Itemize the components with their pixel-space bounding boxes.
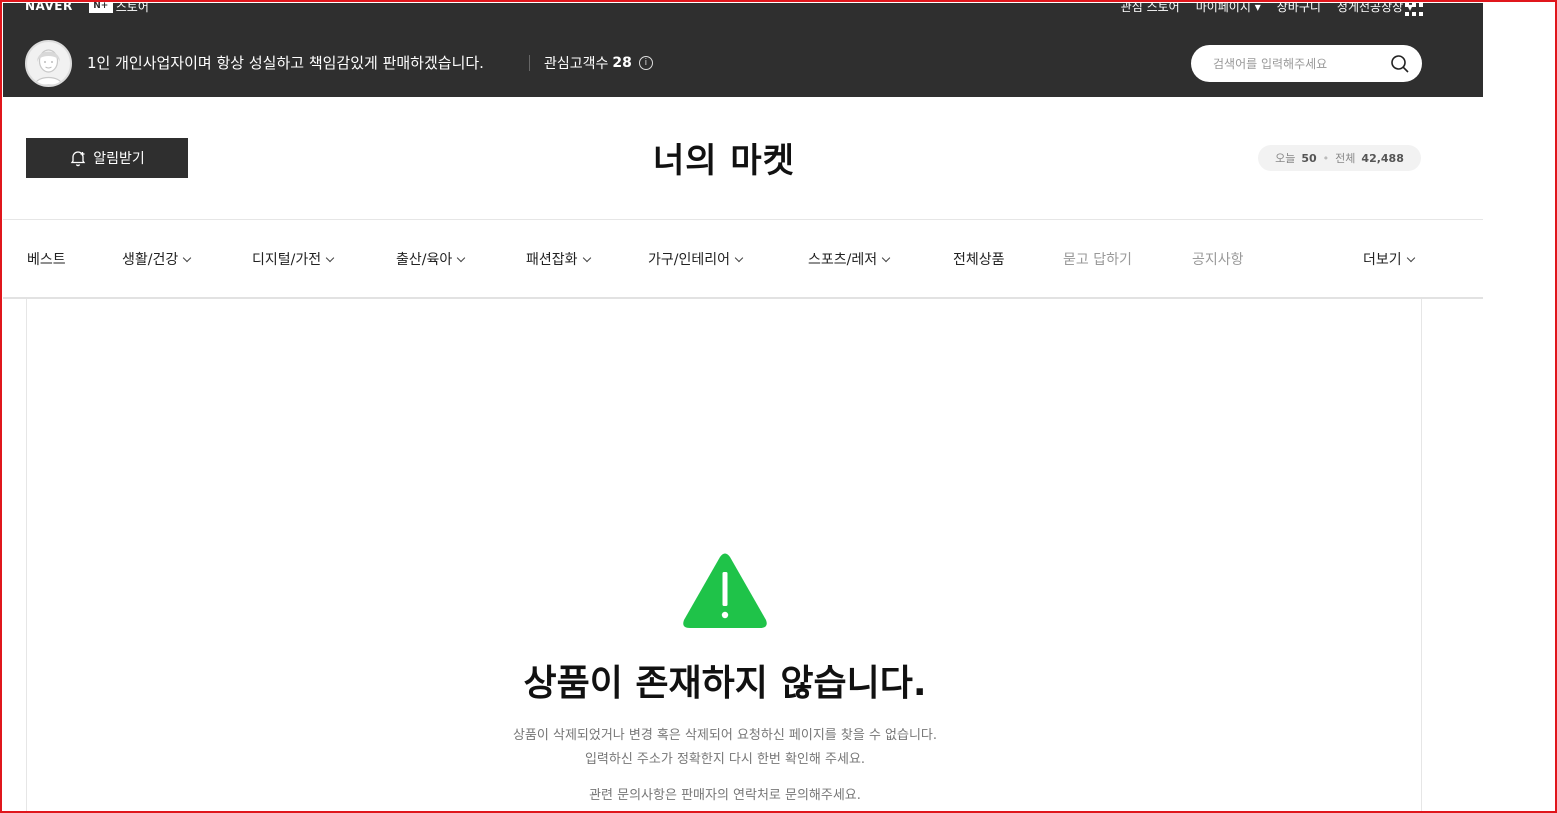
global-nav-left: NAVER N+ 스토어	[25, 0, 149, 15]
error-title: 상품이 존재하지 않습니다.	[523, 663, 927, 704]
gnb-link-mypage[interactable]: 마이페이지 ▾	[1196, 0, 1261, 15]
category-all-products[interactable]: 전체상품	[953, 249, 1005, 269]
seller-avatar[interactable]	[25, 40, 72, 87]
error-description-line1: 상품이 삭제되었거나 변경 혹은 삭제되어 요청하신 페이지를 찾을 수 없습니…	[512, 728, 938, 743]
chevron-down-icon	[734, 253, 744, 262]
category-best[interactable]: 베스트	[27, 249, 66, 269]
visit-today-label: 오늘	[1275, 152, 1296, 165]
avatar-face-icon	[34, 49, 63, 85]
chevron-down-icon	[325, 253, 335, 262]
chevron-down-icon	[582, 253, 591, 262]
warning-triangle-icon	[683, 553, 767, 628]
category-furniture-interior[interactable]: 가구/인테리어	[648, 249, 744, 269]
category-fashion-goods[interactable]: 패션잡화	[526, 249, 591, 269]
category-label: 묻고 답하기	[1063, 252, 1132, 268]
category-qna[interactable]: 묻고 답하기	[1063, 249, 1132, 269]
category-label: 더보기	[1363, 252, 1402, 268]
category-label: 스포츠/레저	[808, 252, 878, 268]
visitor-count-badge: 오늘 50 • 전체 42,488	[1258, 145, 1421, 171]
category-label: 디지털/가전	[252, 252, 322, 268]
fans-count: 관심고객수 28 i	[544, 53, 653, 73]
naver-store-logo[interactable]: N+ 스토어	[88, 0, 149, 15]
gnb-link-user-label: 정게전공장장	[1336, 0, 1404, 14]
category-sports-leisure[interactable]: 스포츠/레저	[808, 249, 891, 269]
error-content-panel: 상품이 존재하지 않습니다. 상품이 삭제되었거나 변경 혹은 삭제되어 요청하…	[26, 299, 1422, 813]
fans-number: 28	[612, 55, 632, 71]
info-icon[interactable]: i	[638, 56, 653, 70]
category-more[interactable]: 더보기	[1363, 249, 1415, 269]
category-label: 출산/육아	[396, 252, 453, 268]
category-label: 패션잡화	[526, 252, 578, 268]
category-nav: 베스트 생활/건강 디지털/가전 출산/육아 패션잡화 가구/인테리어 스포츠/…	[3, 220, 1483, 298]
category-label: 가구/인테리어	[648, 252, 730, 268]
chevron-down-icon	[1406, 253, 1415, 262]
app-grid-icon[interactable]	[1405, 3, 1423, 17]
store-badge-icon: N+	[88, 0, 113, 13]
category-label: 공지사항	[1192, 252, 1244, 268]
store-search-box	[1191, 45, 1422, 82]
category-living-health[interactable]: 생활/건강	[122, 249, 192, 269]
gnb-link-mypage-label: 마이페이지	[1195, 0, 1251, 14]
gnb-link-user[interactable]: 정게전공장장 ▾	[1337, 0, 1413, 15]
visit-separator: •	[1322, 151, 1330, 165]
category-label: 생활/건강	[122, 252, 179, 268]
seller-description: 1인 개인사업자이며 항상 성실하고 책임감있게 판매하겠습니다.	[87, 54, 484, 72]
chevron-down-icon	[881, 253, 891, 262]
visit-total-count: 42,488	[1361, 151, 1404, 165]
error-description-line2: 입력하신 주소가 정확한지 다시 한번 확인해 주세요.	[584, 752, 866, 767]
gnb-link-favorite-store[interactable]: 관심 스토어	[1121, 0, 1180, 15]
gnb-link-cart[interactable]: 장바구니	[1277, 0, 1321, 15]
search-icon[interactable]	[1390, 54, 1410, 74]
naver-logo[interactable]: NAVER	[25, 0, 73, 13]
category-label: 전체상품	[953, 252, 1005, 268]
visit-total-label: 전체	[1335, 152, 1356, 165]
category-baby[interactable]: 출산/육아	[396, 249, 466, 269]
category-digital-appliance[interactable]: 디지털/가전	[252, 249, 335, 269]
fans-label: 관심고객수	[544, 56, 609, 72]
error-contact-note: 관련 문의사항은 판매자의 연락처로 문의해주세요.	[589, 788, 861, 803]
chevron-down-icon	[183, 253, 192, 262]
visit-today-count: 50	[1301, 151, 1317, 165]
chevron-down-icon	[457, 253, 466, 262]
header-divider	[529, 55, 530, 71]
store-name-title[interactable]: 너의 마켓	[0, 133, 1448, 182]
global-nav-right: 관심 스토어 마이페이지 ▾ 장바구니 정게전공장장 ▾	[1121, 0, 1413, 15]
category-label: 베스트	[27, 252, 66, 268]
store-top-header: NAVER N+ 스토어 관심 스토어 마이페이지 ▾ 장바구니 정게전공장장 …	[3, 0, 1483, 97]
category-notice[interactable]: 공지사항	[1192, 249, 1244, 269]
store-logo-text: 스토어	[115, 0, 149, 14]
search-input[interactable]	[1213, 56, 1390, 71]
